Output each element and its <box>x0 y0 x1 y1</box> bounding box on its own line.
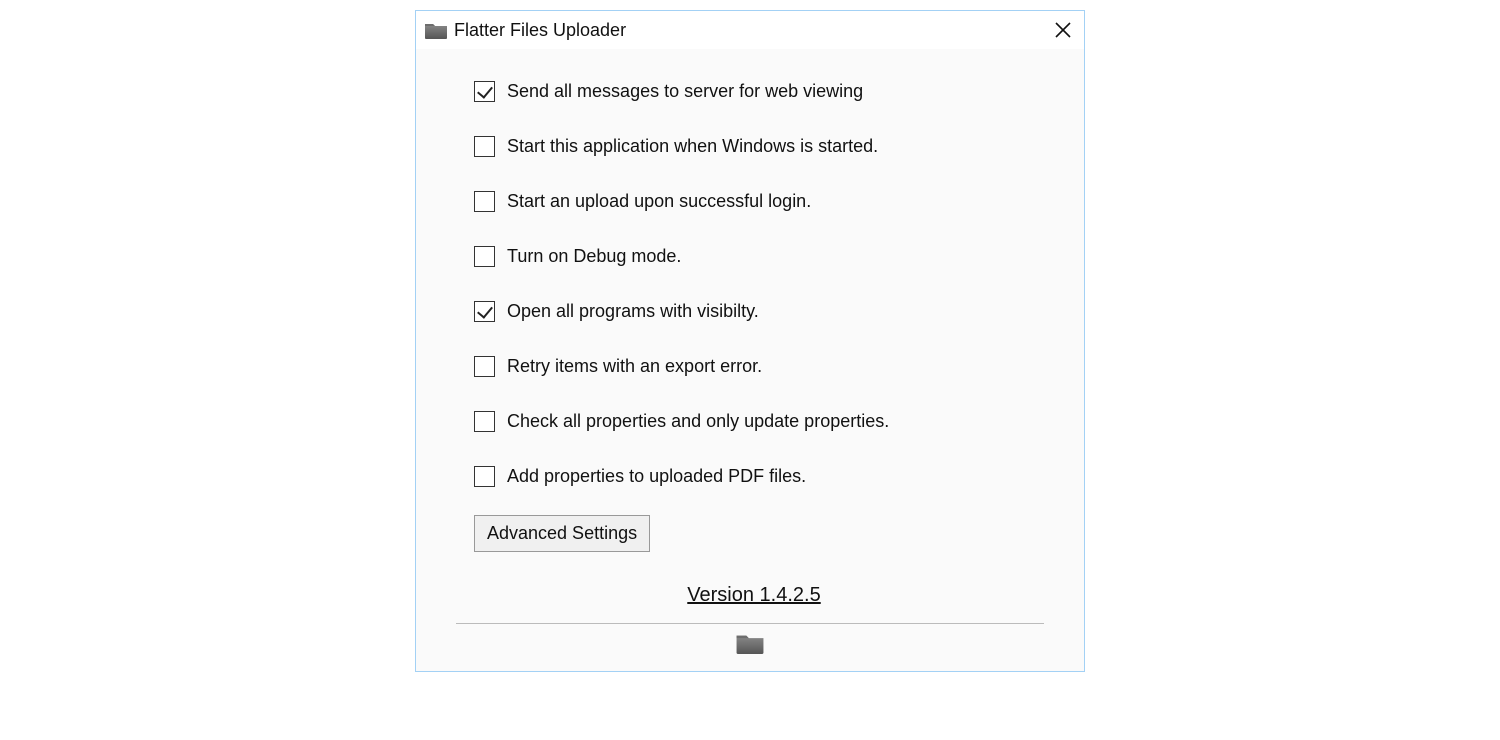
option-row: Retry items with an export error. <box>474 356 1034 377</box>
option-checkbox[interactable] <box>474 81 495 102</box>
footer-folder-icon[interactable] <box>735 632 765 654</box>
close-button[interactable] <box>1050 17 1076 43</box>
window-title: Flatter Files Uploader <box>454 20 626 41</box>
content-area: Send all messages to server for web view… <box>416 49 1084 615</box>
option-checkbox[interactable] <box>474 136 495 157</box>
option-checkbox[interactable] <box>474 411 495 432</box>
app-window: Flatter Files Uploader Send all messages… <box>415 10 1085 672</box>
option-row: Turn on Debug mode. <box>474 246 1034 267</box>
footer <box>416 624 1084 671</box>
option-label: Retry items with an export error. <box>507 356 762 377</box>
folder-icon <box>424 21 448 39</box>
option-label: Open all programs with visibilty. <box>507 301 759 322</box>
advanced-settings-button[interactable]: Advanced Settings <box>474 515 650 552</box>
option-row: Send all messages to server for web view… <box>474 81 1034 102</box>
option-checkbox[interactable] <box>474 356 495 377</box>
option-label: Start an upload upon successful login. <box>507 191 811 212</box>
version-link[interactable]: Version 1.4.2.5 <box>687 584 820 606</box>
option-checkbox[interactable] <box>474 191 495 212</box>
option-row: Open all programs with visibilty. <box>474 301 1034 322</box>
option-label: Turn on Debug mode. <box>507 246 681 267</box>
option-label: Start this application when Windows is s… <box>507 136 878 157</box>
close-icon <box>1055 22 1071 38</box>
option-label: Check all properties and only update pro… <box>507 411 889 432</box>
option-label: Add properties to uploaded PDF files. <box>507 466 806 487</box>
version-row: Version 1.4.2.5 <box>474 584 1034 607</box>
titlebar: Flatter Files Uploader <box>416 11 1084 49</box>
option-checkbox[interactable] <box>474 301 495 322</box>
option-checkbox[interactable] <box>474 466 495 487</box>
option-row: Start this application when Windows is s… <box>474 136 1034 157</box>
option-row: Check all properties and only update pro… <box>474 411 1034 432</box>
option-label: Send all messages to server for web view… <box>507 81 863 102</box>
option-checkbox[interactable] <box>474 246 495 267</box>
option-row: Add properties to uploaded PDF files. <box>474 466 1034 487</box>
option-row: Start an upload upon successful login. <box>474 191 1034 212</box>
options-list: Send all messages to server for web view… <box>474 81 1034 487</box>
